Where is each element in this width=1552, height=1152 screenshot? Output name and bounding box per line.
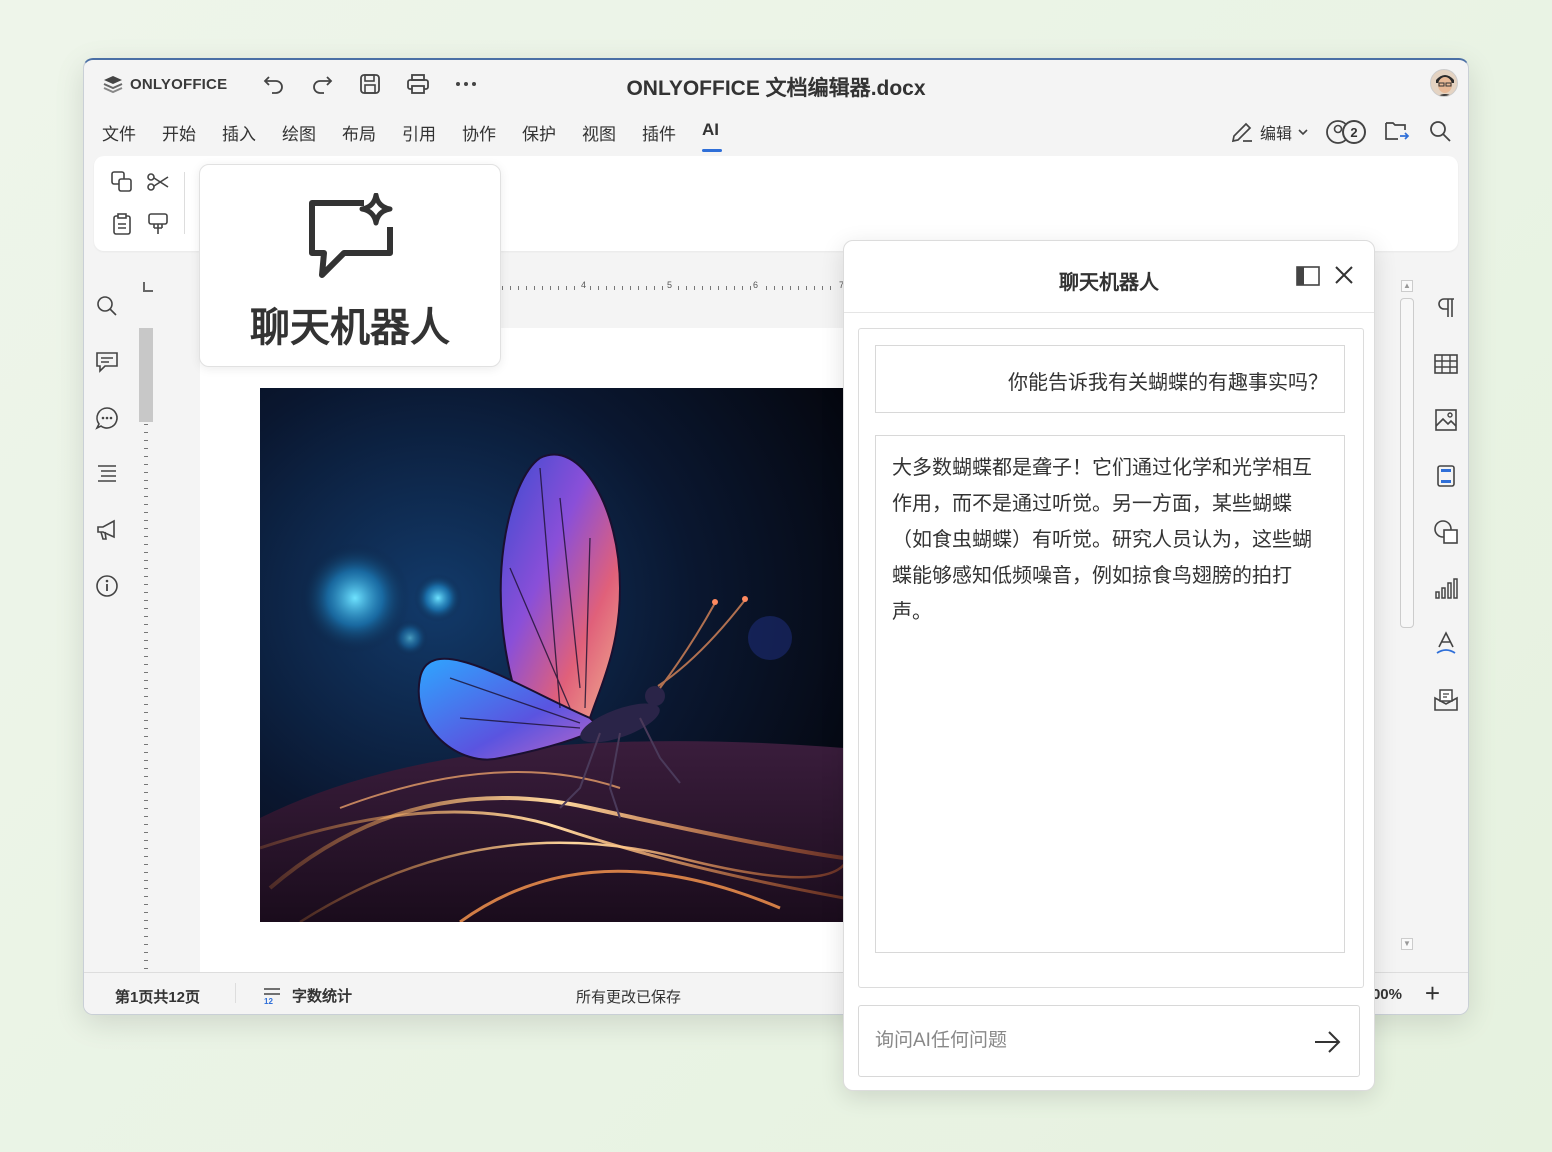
chart-icon[interactable] (1430, 572, 1462, 604)
chevron-down-icon (1298, 129, 1308, 136)
edit-mode-label: 编辑 (1259, 126, 1292, 143)
send-arrow-icon[interactable] (1313, 1028, 1343, 1056)
about-info-icon[interactable] (92, 570, 122, 602)
menu-bar: 文件 开始 插入 绘图 布局 引用 协作 保护 视图 插件 AI 编辑 2 (84, 114, 1468, 152)
vertical-ruler[interactable] (139, 328, 153, 973)
paragraph-icon[interactable] (1430, 292, 1462, 324)
mail-merge-icon[interactable] (1430, 684, 1462, 716)
text-art-icon[interactable] (1430, 628, 1462, 660)
pencil-icon (1231, 122, 1252, 143)
menu-tabs: 文件 开始 插入 绘图 布局 引用 协作 保护 视图 插件 AI (102, 120, 762, 152)
vertical-scrollbar-thumb[interactable] (1400, 298, 1414, 628)
ruler-number: 6 (752, 280, 760, 290)
document-title-ext: .docx (870, 77, 926, 100)
tab-protection[interactable]: 保护 (522, 120, 582, 150)
butterfly-image[interactable] (260, 388, 844, 922)
save-status: 所有更改已保存 (576, 989, 682, 1006)
chatbot-panel: 聊天机器人 你能告诉我有关蝴蝶的有趣事实吗？ 大多数蝴蝶都是聋子！它们通过化学和… (843, 240, 1375, 1091)
chat-header: 聊天机器人 (844, 241, 1374, 313)
header-footer-icon[interactable] (1430, 460, 1462, 492)
word-count-icon: 12 (264, 987, 280, 1006)
shape-icon[interactable] (1430, 516, 1462, 548)
collaborators-button[interactable]: 2 (1326, 118, 1366, 146)
folder-open-icon[interactable] (1384, 119, 1410, 145)
menu-right-controls: 编辑 2 (1230, 118, 1454, 146)
collaborators-count: 2 (1342, 120, 1366, 144)
edit-mode-button[interactable]: 编辑 (1230, 120, 1308, 144)
clipboard-group (108, 168, 180, 238)
scroll-up-arrow[interactable]: ▲ (1401, 280, 1413, 292)
document-title: ONLYOFFICE 文档编辑器.docx (84, 72, 1468, 102)
tab-references[interactable]: 引用 (402, 120, 462, 150)
horizontal-ruler-ticks (502, 286, 847, 290)
status-separator (235, 983, 236, 1003)
tab-file[interactable]: 文件 (102, 120, 162, 150)
page-indicator[interactable]: 第1页共12页 (115, 986, 200, 1007)
tab-view[interactable]: 视图 (582, 120, 642, 150)
tab-ai[interactable]: AI (702, 120, 762, 152)
user-message: 你能告诉我有关蝴蝶的有趣事实吗？ (875, 345, 1345, 413)
horizontal-ruler[interactable]: 4 5 6 7 (502, 280, 847, 294)
close-icon[interactable] (1332, 263, 1356, 287)
user-avatar[interactable] (1430, 69, 1458, 97)
right-sidebar (1430, 292, 1462, 716)
word-count-label: 字数统计 (292, 988, 353, 1005)
navigation-icon[interactable] (92, 458, 122, 490)
scroll-down-arrow[interactable]: ▼ (1401, 938, 1413, 950)
format-painter-icon[interactable] (144, 210, 172, 238)
image-icon[interactable] (1430, 404, 1462, 436)
search-icon[interactable] (1428, 119, 1454, 145)
chat-sparkle-icon (306, 192, 396, 288)
dock-panel-icon[interactable] (1296, 266, 1320, 286)
zoom-in-button[interactable]: + (1425, 980, 1440, 1006)
tab-home[interactable]: 开始 (162, 120, 222, 150)
zoom-level[interactable]: 00% (1372, 986, 1402, 1003)
word-count-button[interactable]: 12 字数统计 (262, 985, 352, 1006)
tab-collaboration[interactable]: 协作 (462, 120, 522, 150)
ruler-number: 5 (666, 280, 674, 290)
chatbot-tooltip-label: 聊天机器人 (250, 306, 450, 350)
copy-icon[interactable] (108, 168, 136, 196)
chat-messages: 你能告诉我有关蝴蝶的有趣事实吗？ 大多数蝴蝶都是聋子！它们通过化学和光学相互作用… (858, 328, 1364, 988)
left-sidebar (92, 290, 122, 602)
tab-plugins[interactable]: 插件 (642, 120, 702, 150)
ruler-corner-marker[interactable] (143, 282, 153, 292)
tab-layout[interactable]: 布局 (342, 120, 402, 150)
feedback-megaphone-icon[interactable] (92, 514, 122, 546)
chat-input[interactable] (875, 1026, 1295, 1056)
paste-icon[interactable] (108, 210, 136, 238)
ruler-number: 4 (580, 280, 588, 290)
chat-input-box (858, 1005, 1360, 1077)
cut-icon[interactable] (144, 168, 172, 196)
toolbar-separator (184, 172, 185, 234)
svg-text:12: 12 (264, 997, 273, 1006)
chatbot-tooltip-card[interactable]: 聊天机器人 (199, 164, 501, 367)
title-bar: ONLYOFFICE ONLYOFFICE 文档编辑器.docx (84, 60, 1468, 108)
vertical-ruler-margin (139, 328, 153, 422)
chat-icon[interactable] (92, 402, 122, 434)
tab-draw[interactable]: 绘图 (282, 120, 342, 150)
table-icon[interactable] (1430, 348, 1462, 380)
tab-insert[interactable]: 插入 (222, 120, 282, 150)
bot-message: 大多数蝴蝶都是聋子！它们通过化学和光学相互作用，而不是通过听觉。另一方面，某些蝴… (875, 435, 1345, 953)
document-title-main: ONLYOFFICE 文档编辑器 (626, 77, 871, 100)
sidebar-search-icon[interactable] (92, 290, 122, 322)
comments-icon[interactable] (92, 346, 122, 378)
chat-title: 聊天机器人 (1059, 272, 1159, 294)
